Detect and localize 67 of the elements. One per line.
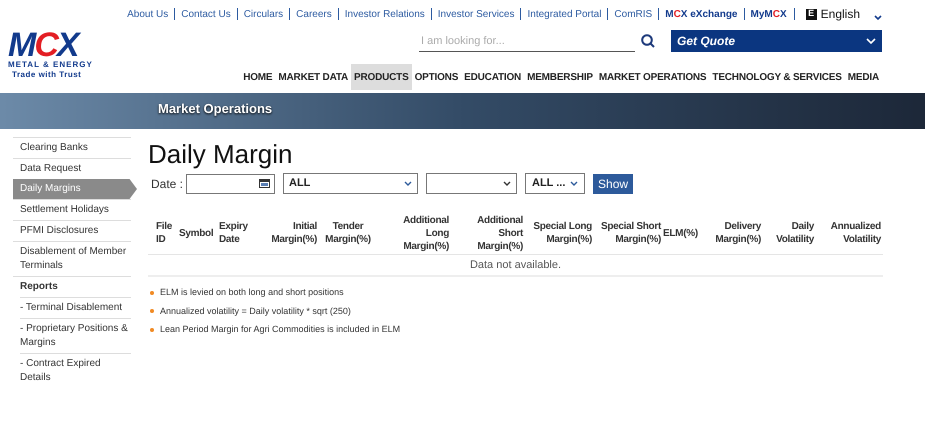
search-field[interactable]: I am looking for... bbox=[419, 30, 635, 52]
filter-dropdown[interactable]: ALL ... bbox=[525, 173, 586, 194]
nav-item[interactable]: HOME bbox=[240, 64, 276, 90]
date-label: Date : bbox=[151, 176, 184, 192]
column-header: Annualized Volatility bbox=[830, 220, 882, 246]
column-header: Additional Long Margin(%) bbox=[402, 214, 450, 252]
column-header: Special Long Margin(%) bbox=[532, 220, 593, 246]
bullet-icon bbox=[150, 309, 154, 314]
column-header: ELM(%) bbox=[662, 226, 699, 240]
language-selector[interactable]: English bbox=[820, 5, 860, 23]
top-link[interactable]: MCX eXchange bbox=[665, 6, 738, 22]
sidebar-item[interactable]: - Proprietary Positions & Margins bbox=[20, 318, 131, 353]
expiry-dropdown[interactable] bbox=[426, 173, 518, 194]
banner-title: Market Operations bbox=[158, 101, 272, 116]
bullet-icon bbox=[150, 290, 154, 295]
column-header: Expiry Date bbox=[218, 220, 249, 246]
top-link[interactable]: Circulars bbox=[244, 6, 284, 22]
nav-item[interactable]: OPTIONS bbox=[412, 64, 462, 90]
empty-message: Data not available. bbox=[470, 258, 562, 273]
top-link[interactable]: About Us bbox=[127, 6, 168, 22]
top-link[interactable]: MyMCX bbox=[750, 6, 787, 22]
column-header: Symbol bbox=[178, 226, 214, 240]
top-link[interactable]: Contact Us bbox=[181, 6, 231, 22]
top-link[interactable]: ComRIS bbox=[614, 6, 652, 22]
sidebar-item[interactable]: - Contract Expired Details bbox=[20, 353, 131, 388]
top-link[interactable]: Integrated Portal bbox=[527, 6, 602, 22]
mcx-logo[interactable]: MCX METAL & ENERGY Trade with Trust bbox=[8, 30, 112, 80]
nav-item[interactable]: MARKET OPERATIONS bbox=[596, 64, 710, 90]
chevron-icon[interactable] bbox=[874, 15, 882, 21]
search-icon[interactable] bbox=[641, 34, 655, 48]
nav-item[interactable]: EDUCATION bbox=[461, 64, 524, 90]
column-header: Tender Margin(%) bbox=[324, 220, 372, 246]
get-quote-dropdown[interactable]: Get Quote bbox=[671, 30, 882, 52]
sidebar-item[interactable]: - Terminal Disablement bbox=[20, 297, 131, 318]
chevron-icon bbox=[866, 38, 876, 44]
column-header: Daily Volatility bbox=[775, 220, 815, 246]
column-header: Initial Margin(%) bbox=[270, 220, 318, 246]
sidebar-item[interactable]: Clearing Banks bbox=[13, 137, 131, 158]
chevron-icon bbox=[503, 181, 512, 186]
note-text: ELM is levied on both long and short positions bbox=[160, 286, 344, 299]
sidebar-item[interactable]: Settlement Holidays bbox=[13, 199, 131, 220]
nav-item[interactable]: PRODUCTS bbox=[351, 64, 412, 90]
bullet-icon bbox=[150, 328, 154, 332]
date-field[interactable] bbox=[186, 174, 276, 194]
chevron-icon bbox=[570, 181, 578, 186]
top-link[interactable]: Investor Relations bbox=[344, 6, 425, 22]
nav-item[interactable]: TECHNOLOGY & SERVICES bbox=[709, 64, 845, 90]
chevron-icon bbox=[404, 181, 412, 186]
nav-item[interactable]: MARKET DATA bbox=[275, 64, 352, 90]
column-header: Additional Short Margin(%) bbox=[476, 214, 524, 252]
language-badge: E bbox=[806, 8, 817, 20]
top-link[interactable]: Careers bbox=[296, 6, 332, 22]
top-link[interactable]: Investor Services bbox=[438, 6, 514, 22]
page-title: Daily Margin bbox=[148, 139, 294, 169]
sidebar-item[interactable]: Disablement of Member Terminals bbox=[13, 241, 131, 276]
column-header: File ID bbox=[155, 220, 174, 246]
calendar-icon[interactable] bbox=[259, 179, 270, 188]
sidebar-heading: Reports bbox=[13, 276, 131, 297]
show-button[interactable]: Show bbox=[593, 174, 634, 194]
nav-item[interactable]: MEMBERSHIP bbox=[524, 64, 596, 90]
note-text: Annualized volatility = Daily volatility * sqrt (250) bbox=[160, 304, 351, 318]
column-header: Delivery Margin(%) bbox=[714, 220, 762, 246]
commodity-dropdown[interactable]: ALL bbox=[283, 173, 418, 194]
note-text: Lean Period Margin for Agri Commodities is included in ELM bbox=[160, 323, 400, 336]
column-header: Special Short Margin(%) bbox=[600, 220, 662, 246]
sidebar-item[interactable]: PFMI Disclosures bbox=[13, 220, 131, 241]
nav-item[interactable]: MEDIA bbox=[844, 64, 882, 90]
